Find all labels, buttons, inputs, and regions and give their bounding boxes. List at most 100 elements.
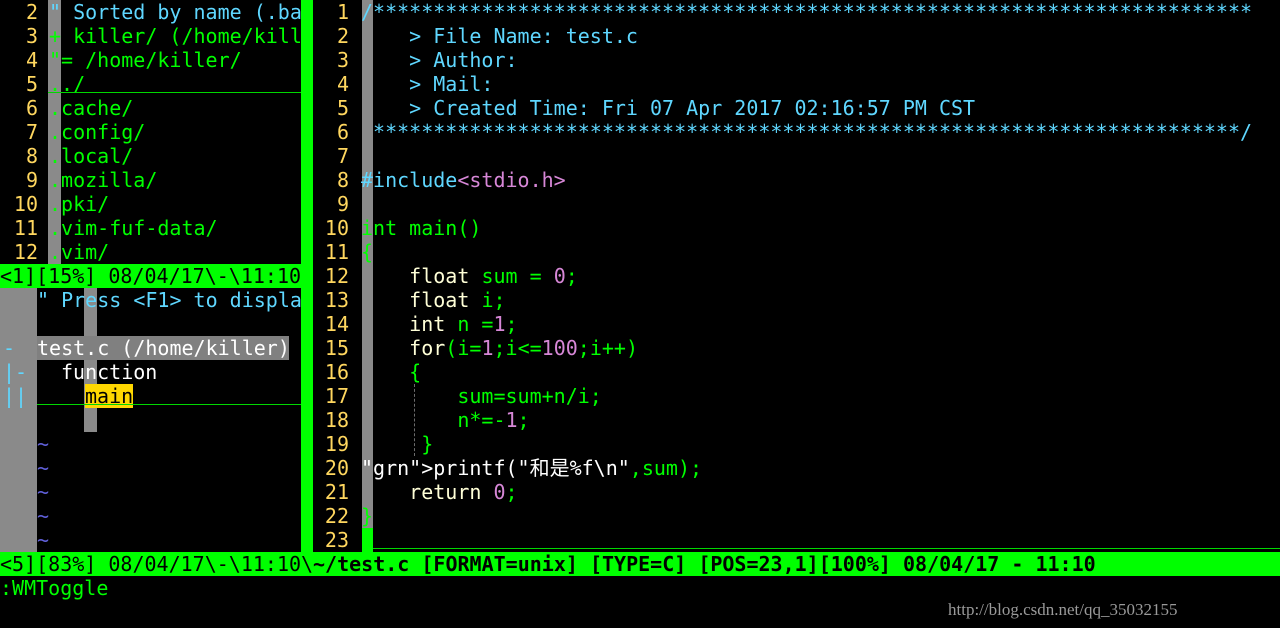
taglist-tilde: ~ [37,456,50,480]
netrw-statusline: <1][15%] 08/04/17\-\11:10 [0,264,301,288]
netrw-header-line: "= /home/killer/ [49,48,242,72]
code-line-text: > File Name: test.c [361,24,638,48]
code-line[interactable]: } [361,432,433,456]
code-line-text: float i; [409,288,506,312]
command-line[interactable]: :WMToggle [0,576,108,600]
vertical-split-separator[interactable] [301,0,313,552]
code-line-text: float sum = 0; [409,264,578,288]
code-line[interactable]: int n =1; [361,312,518,336]
code-line[interactable]: for(i=1;i<=100;i++) [361,336,638,360]
netrw-entry[interactable]: .cache/ [49,96,133,120]
line-number: 4 [25,48,38,72]
code-line-text: ****************************************… [361,120,1253,144]
code-line[interactable]: > File Name: test.c [361,24,638,48]
code-line[interactable]: { [361,240,373,264]
code-line[interactable]: n*=-1; [361,408,530,432]
code-line[interactable]: float sum = 0; [361,264,578,288]
code-line-text: /***************************************… [361,0,1253,24]
code-line[interactable]: sum=sum+n/i; [361,384,602,408]
taglist-pane[interactable]: " Press <F1> to displa - test.c (/home/k… [0,288,301,552]
line-number: 13 [324,288,349,312]
line-number: 9 [336,192,349,216]
code-line[interactable]: } [361,504,373,528]
taglist-file-marker: - [3,336,16,360]
line-number: 19 [324,432,349,456]
line-number: 8 [25,144,38,168]
code-line[interactable]: { [361,360,421,384]
code-line[interactable]: "grn">printf("和是%f\n",sum); [361,456,702,480]
line-number: 23 [324,528,349,552]
taglist-fold-column [0,288,37,552]
editor-cursorline [373,548,1280,549]
line-number: 6 [25,96,38,120]
code-line-text: "grn">printf("和是%f\n",sum); [361,456,703,480]
taglist-group-marker: |- [3,360,28,384]
code-line[interactable]: int main() [361,216,481,240]
watermark: http://blog.csdn.net/qq_35032155 [948,600,1178,619]
code-line-text: int n =1; [409,312,518,336]
netrw-entry[interactable]: .vim-fuf-data/ [49,216,218,240]
taglist-tilde: ~ [37,432,50,456]
taglist-help-hint: " Press <F1> to displa [37,288,301,312]
taglist-group-function[interactable]: function [61,360,157,384]
line-number: 12 [13,240,38,264]
line-number: 7 [25,120,38,144]
code-line-text: int main() [361,216,482,240]
taglist-tilde: ~ [37,480,50,504]
line-number: 10 [13,192,38,216]
line-number: 2 [336,24,349,48]
code-line[interactable]: float i; [361,288,506,312]
netrw-entry[interactable]: .vim/ [49,240,109,264]
line-number: 14 [324,312,349,336]
taglist-item-marker: || [3,384,28,408]
code-line[interactable]: /***************************************… [361,0,1252,24]
line-number: 16 [324,360,349,384]
code-line-text: n*=-1; [457,408,530,432]
line-number: 5 [25,72,38,96]
line-number: 11 [324,240,349,264]
code-line[interactable]: ****************************************… [361,120,1252,144]
line-number: 20 [324,456,349,480]
code-line-text: > Author: [361,48,518,72]
line-number: 4 [336,72,349,96]
code-line[interactable]: > Created Time: Fri 07 Apr 2017 02:16:57… [361,96,975,120]
line-number: 9 [25,168,38,192]
line-number: 18 [324,408,349,432]
taglist-tilde: ~ [37,504,50,528]
line-number: 6 [336,120,349,144]
code-line-text: return 0; [409,480,518,504]
code-line-text: } [361,504,374,528]
netrw-header-line: " Sorted by name (.ba [49,0,301,24]
code-line[interactable]: return 0; [361,480,518,504]
line-number: 8 [336,168,349,192]
line-number: 3 [336,48,349,72]
netrw-entry[interactable]: .config/ [49,120,145,144]
code-line-text: { [361,240,374,264]
netrw-entry[interactable]: .mozilla/ [49,168,157,192]
taglist-file-entry[interactable]: test.c (/home/killer) [37,336,290,360]
code-line[interactable]: > Author: [361,48,518,72]
code-line-text: } [361,432,434,456]
line-number: 12 [324,264,349,288]
line-number: 10 [324,216,349,240]
editor-pane[interactable]: 1 /**************************************… [313,0,1280,552]
line-number: 15 [324,336,349,360]
taglist-statusline: <5][83%] 08/04/17\-\11:10\ [0,552,313,576]
netrw-header-line: + killer/ (/home/kill [49,24,301,48]
netrw-entry[interactable]: .pki/ [49,192,109,216]
line-number: 2 [25,0,38,24]
code-line-text: > Created Time: Fri 07 Apr 2017 02:16:57… [361,96,976,120]
line-number: 21 [324,480,349,504]
netrw-cursorline [48,92,301,93]
code-line-text: #include<stdio.h> [361,168,566,192]
editor-statusline: ~/test.c [FORMAT=unix] [TYPE=C] [POS=23,… [313,552,1280,576]
taglist-tilde: ~ [37,528,50,552]
code-line[interactable]: > Mail: [361,72,493,96]
code-line[interactable]: #include<stdio.h> [361,168,566,192]
editor-sign-column-last [362,528,373,552]
line-number: 22 [324,504,349,528]
line-number: 11 [13,216,38,240]
netrw-pane[interactable]: 2 " Sorted by name (.ba 3 + killer/ (/home/… [0,0,301,264]
code-line-text: > Mail: [361,72,494,96]
netrw-entry[interactable]: .local/ [49,144,133,168]
